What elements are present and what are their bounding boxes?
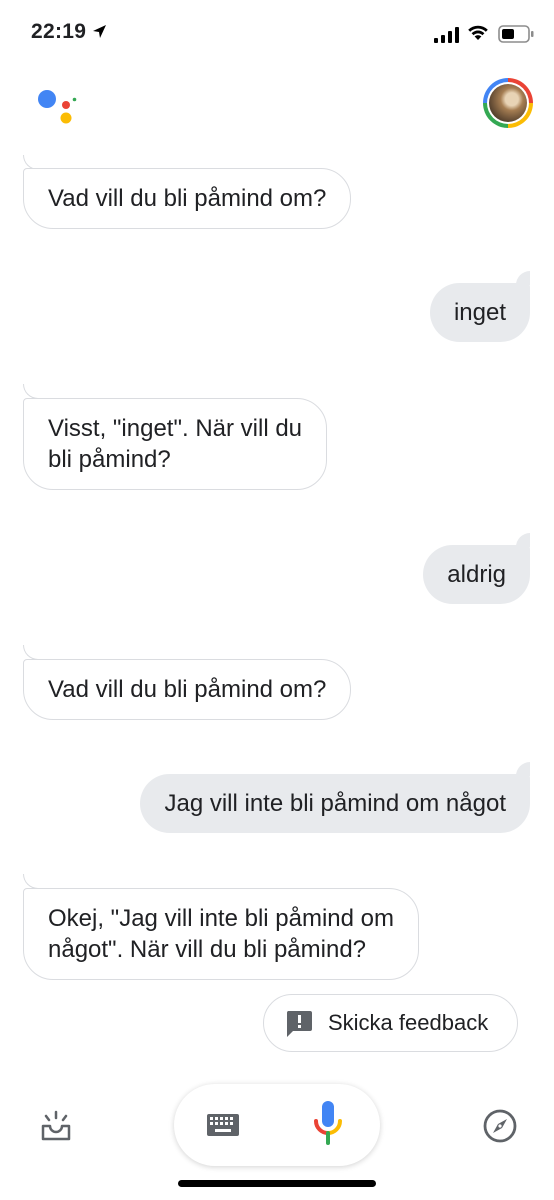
assistant-message: Vad vill du bli påmind om? — [23, 659, 352, 720]
user-message: Jag vill inte bli påmind om något — [140, 774, 530, 833]
input-pill — [174, 1084, 380, 1166]
home-indicator[interactable] — [178, 1180, 376, 1187]
message-line: Vad vill du bli påmind om? — [48, 185, 327, 212]
bottom-bar — [0, 1080, 554, 1200]
updates-icon[interactable] — [40, 1110, 72, 1142]
cellular-signal-icon — [434, 27, 459, 43]
bubble-tail — [23, 384, 50, 399]
message-line: aldrig — [447, 561, 506, 588]
message-line: något". När vill du bli påmind? — [48, 936, 367, 963]
avatar-frame — [487, 82, 529, 124]
message-line: Visst, "inget". När vill du — [48, 415, 303, 442]
assistant-message: Okej, "Jag vill inte bli påmind om något… — [23, 888, 419, 980]
message-line: inget — [453, 299, 506, 326]
bubble-tail — [23, 645, 50, 660]
send-feedback-chip[interactable]: Skicka feedback — [263, 994, 518, 1052]
microphone-icon[interactable] — [313, 1099, 343, 1147]
battery-icon — [498, 25, 534, 43]
bubble-tail — [23, 874, 50, 889]
avatar-photo — [489, 84, 527, 122]
location-arrow-icon — [93, 25, 106, 38]
user-avatar[interactable] — [483, 78, 533, 128]
send-feedback-label: Skicka feedback — [328, 1010, 489, 1035]
message-line: Vad vill du bli påmind om? — [48, 676, 327, 703]
explore-compass-icon[interactable] — [482, 1108, 518, 1144]
assistant-message: Vad vill du bli påmind om? — [23, 168, 352, 229]
message-line: Okej, "Jag vill inte bli påmind om — [48, 905, 394, 932]
user-message: inget — [429, 283, 530, 342]
message-line: bli påmind? — [48, 446, 171, 473]
wifi-icon — [468, 25, 488, 40]
google-assistant-logo[interactable] — [36, 86, 80, 130]
feedback-icon — [286, 1011, 312, 1037]
status-bar: 22:19 — [0, 0, 554, 70]
user-message: aldrig — [423, 545, 530, 604]
message-line: Jag vill inte bli påmind om något — [164, 790, 506, 817]
keyboard-icon[interactable] — [207, 1114, 239, 1136]
assistant-message: Visst, "inget". När vill du bli påmind? — [23, 398, 328, 490]
status-time: 22:19 — [31, 20, 87, 43]
